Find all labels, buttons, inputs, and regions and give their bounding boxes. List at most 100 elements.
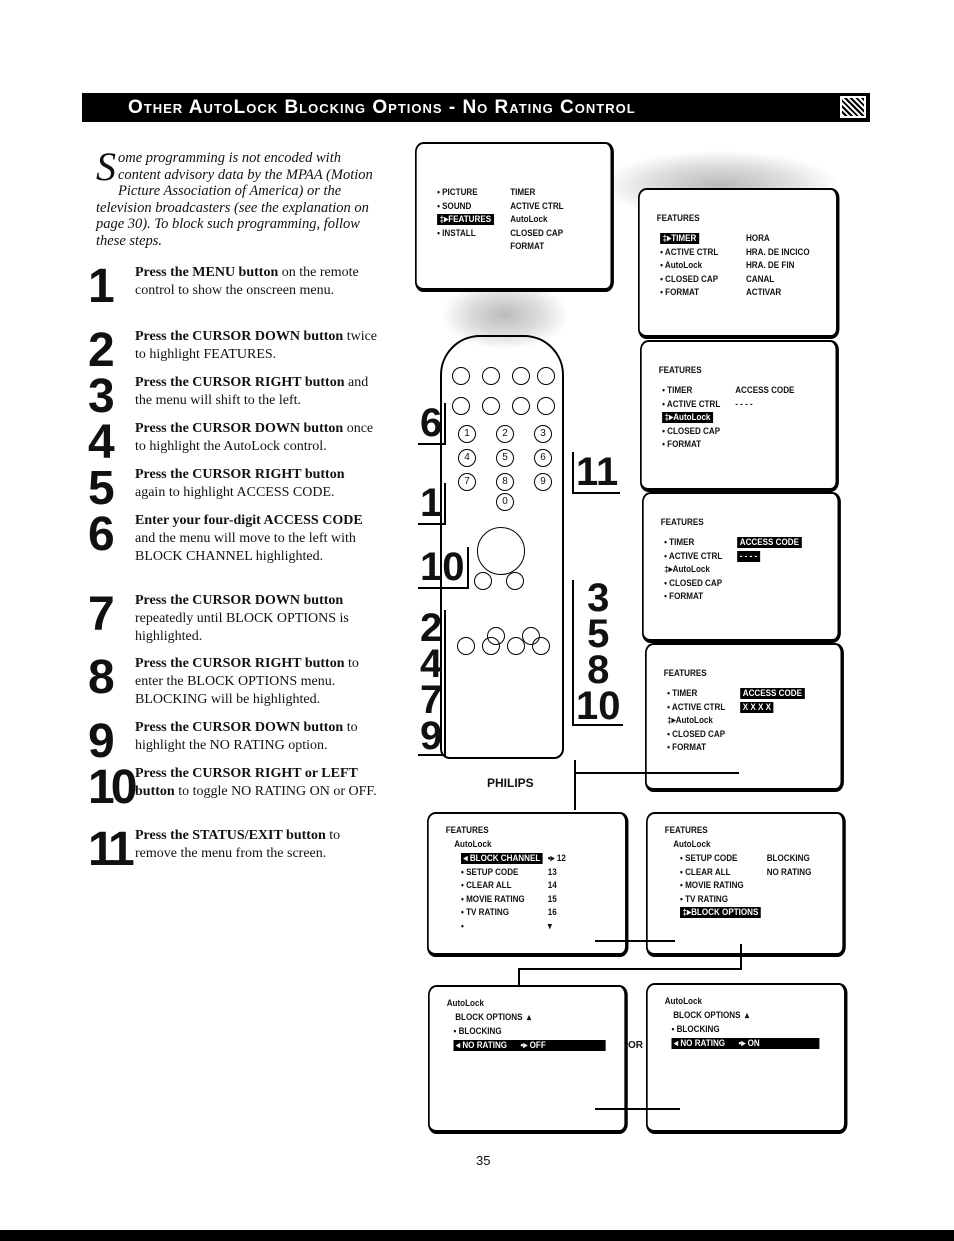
menu-item: • SETUP CODE xyxy=(680,853,738,864)
step-1: 1 Press the MENU button on the remote con… xyxy=(88,263,378,311)
step-action: Press the CURSOR DOWN button xyxy=(135,720,344,735)
menu-item-highlighted: ◂ NO RATING •▸ OFF xyxy=(453,1039,606,1053)
remote-key-5[interactable]: 5 xyxy=(496,449,514,467)
intro-paragraph: Some programming is not encoded with con… xyxy=(96,147,376,249)
callout-step: 2 4 7 9 xyxy=(418,608,447,756)
menu-item-highlighted: ACCESS CODE xyxy=(740,687,805,701)
menu-item-highlighted: ‡▸BLOCK OPTIONS xyxy=(680,906,761,920)
remote-key-8[interactable]: 8 xyxy=(496,473,514,491)
arrow-line xyxy=(740,944,742,969)
remote-key-2[interactable]: 2 xyxy=(496,425,514,443)
menu-item: HRA. DE FIN xyxy=(745,260,795,271)
menu-item: • SOUND xyxy=(437,200,472,212)
menu-item: BLOCKING xyxy=(766,853,810,864)
menu-item-highlighted: ACCESS CODE xyxy=(737,536,802,550)
menu-item: • CLOSED CAP xyxy=(667,728,726,740)
callout-step: 11 xyxy=(572,452,621,494)
page-number: 35 xyxy=(476,1153,491,1168)
remote-button[interactable] xyxy=(512,367,530,385)
remote-key-9[interactable]: 9 xyxy=(534,473,552,491)
remote-button[interactable] xyxy=(452,397,470,415)
remote-button[interactable] xyxy=(482,397,500,415)
step-action: Enter your four-digit ACCESS CODE xyxy=(135,513,363,528)
menu-title: AutoLock xyxy=(664,996,702,1007)
remote-button[interactable] xyxy=(507,637,525,655)
menu-screen: FEATURES • TIMER ACCESS CODE • ACTIVE CTRL -… xyxy=(642,492,842,643)
remote-button[interactable] xyxy=(537,367,555,385)
step-text: Press the CURSOR DOWN button to highligh… xyxy=(135,719,378,755)
remote-button[interactable] xyxy=(482,637,500,655)
step-text: Press the MENU button on the remote cont… xyxy=(135,264,378,300)
step-text: Press the CURSOR DOWN button twice to hi… xyxy=(135,328,378,364)
remote-key-7[interactable]: 7 xyxy=(458,473,476,491)
menu-title: FEATURES xyxy=(660,517,704,528)
step-number: 5 xyxy=(88,462,115,515)
remote-button[interactable] xyxy=(452,367,470,385)
menu-item: 13 xyxy=(547,866,557,878)
remote-button[interactable] xyxy=(457,637,475,655)
menu-item-highlighted: - - - - xyxy=(737,550,760,564)
remote-key-6[interactable]: 6 xyxy=(534,449,552,467)
menu-item: • SETUP CODE xyxy=(461,866,519,878)
menu-screen: FEATURES • TIMER ACCESS CODE • ACTIVE CTRL X… xyxy=(645,643,845,792)
step-text: Press the STATUS/EXIT button to remove t… xyxy=(135,827,378,863)
menu-item: • FORMAT xyxy=(662,439,702,450)
step-detail: again to highlight ACCESS CODE. xyxy=(135,485,335,500)
arrow-line xyxy=(518,968,742,970)
step-5: 5 Press the CURSOR RIGHT button again to … xyxy=(88,465,378,513)
menu-item: - - - - xyxy=(735,398,753,410)
step-2: 2 Press the CURSOR DOWN button twice to h… xyxy=(88,327,378,375)
remote-button[interactable] xyxy=(482,367,500,385)
step-action: Press the CURSOR RIGHT button xyxy=(135,375,345,390)
remote-button[interactable] xyxy=(532,637,550,655)
step-10: 10 Press the CURSOR RIGHT or LEFT button … xyxy=(88,764,378,812)
step-detail: to toggle NO RATING ON or OFF. xyxy=(174,784,377,799)
menu-item: ‡▸AutoLock xyxy=(664,564,710,575)
remote-button[interactable] xyxy=(537,397,555,415)
menu-item: • FORMAT xyxy=(664,591,704,602)
remote-button[interactable] xyxy=(512,397,530,415)
menu-item: • AutoLock xyxy=(660,260,703,271)
step-8: 8 Press the CURSOR RIGHT button to enter … xyxy=(88,651,378,709)
menu-item: CLOSED CAP xyxy=(510,227,564,239)
footer-bar xyxy=(0,1230,954,1241)
menu-item: • CLOSED CAP xyxy=(664,577,723,589)
step-text: Press the CURSOR DOWN button once to hig… xyxy=(135,420,378,456)
brand-logo: PHILIPS xyxy=(487,776,534,790)
menu-item: • BLOCKING xyxy=(453,1026,502,1037)
menu-item: ▾ xyxy=(547,920,552,932)
menu-item-highlighted: ‡▸FEATURES xyxy=(437,213,494,227)
arrow-line xyxy=(518,968,520,986)
step-action: Press the CURSOR DOWN button xyxy=(135,329,344,344)
menu-item: • TIMER xyxy=(667,688,698,699)
step-number: 8 xyxy=(88,651,115,704)
step-text: Press the CURSOR RIGHT button again to h… xyxy=(135,466,378,502)
step-text: Press the CURSOR RIGHT or LEFT button to… xyxy=(135,765,378,801)
callout-step: 1 xyxy=(418,483,447,525)
step-detail: repeatedly until BLOCK OPTIONS is highli… xyxy=(135,611,349,644)
remote-button[interactable] xyxy=(506,572,524,590)
step-text: Enter your four-digit ACCESS CODE and th… xyxy=(135,512,378,566)
remote-button[interactable] xyxy=(474,572,492,590)
arrow-line xyxy=(574,772,739,774)
arrow-line xyxy=(574,760,576,810)
callout-step: 10 xyxy=(418,547,469,589)
step-text: Press the CURSOR RIGHT button and the me… xyxy=(135,374,378,410)
menu-item: • FORMAT xyxy=(667,742,707,753)
step-number: 4 xyxy=(88,416,115,469)
menu-item: • MOVIE RATING xyxy=(461,893,525,905)
step-number: 9 xyxy=(88,715,115,768)
menu-screen-icon xyxy=(840,96,866,118)
menu-item: HRA. DE INCICO xyxy=(745,246,810,258)
menu-subtitle: AutoLock xyxy=(673,839,711,850)
menu-item: HORA xyxy=(745,233,770,244)
remote-key-4[interactable]: 4 xyxy=(458,449,476,467)
remote-key-3[interactable]: 3 xyxy=(534,425,552,443)
remote-key-0[interactable]: 0 xyxy=(496,493,514,511)
menu-title: FEATURES xyxy=(445,825,489,836)
remote-key-1[interactable]: 1 xyxy=(458,425,476,443)
step-text: Press the CURSOR RIGHT button to enter t… xyxy=(135,655,378,709)
cursor-pad[interactable] xyxy=(477,527,525,575)
menu-subtitle: BLOCK OPTIONS ▴ xyxy=(673,1010,750,1021)
menu-screen: FEATURES • TIMER ACCESS CODE • ACTIVE CTRL -… xyxy=(640,340,840,492)
